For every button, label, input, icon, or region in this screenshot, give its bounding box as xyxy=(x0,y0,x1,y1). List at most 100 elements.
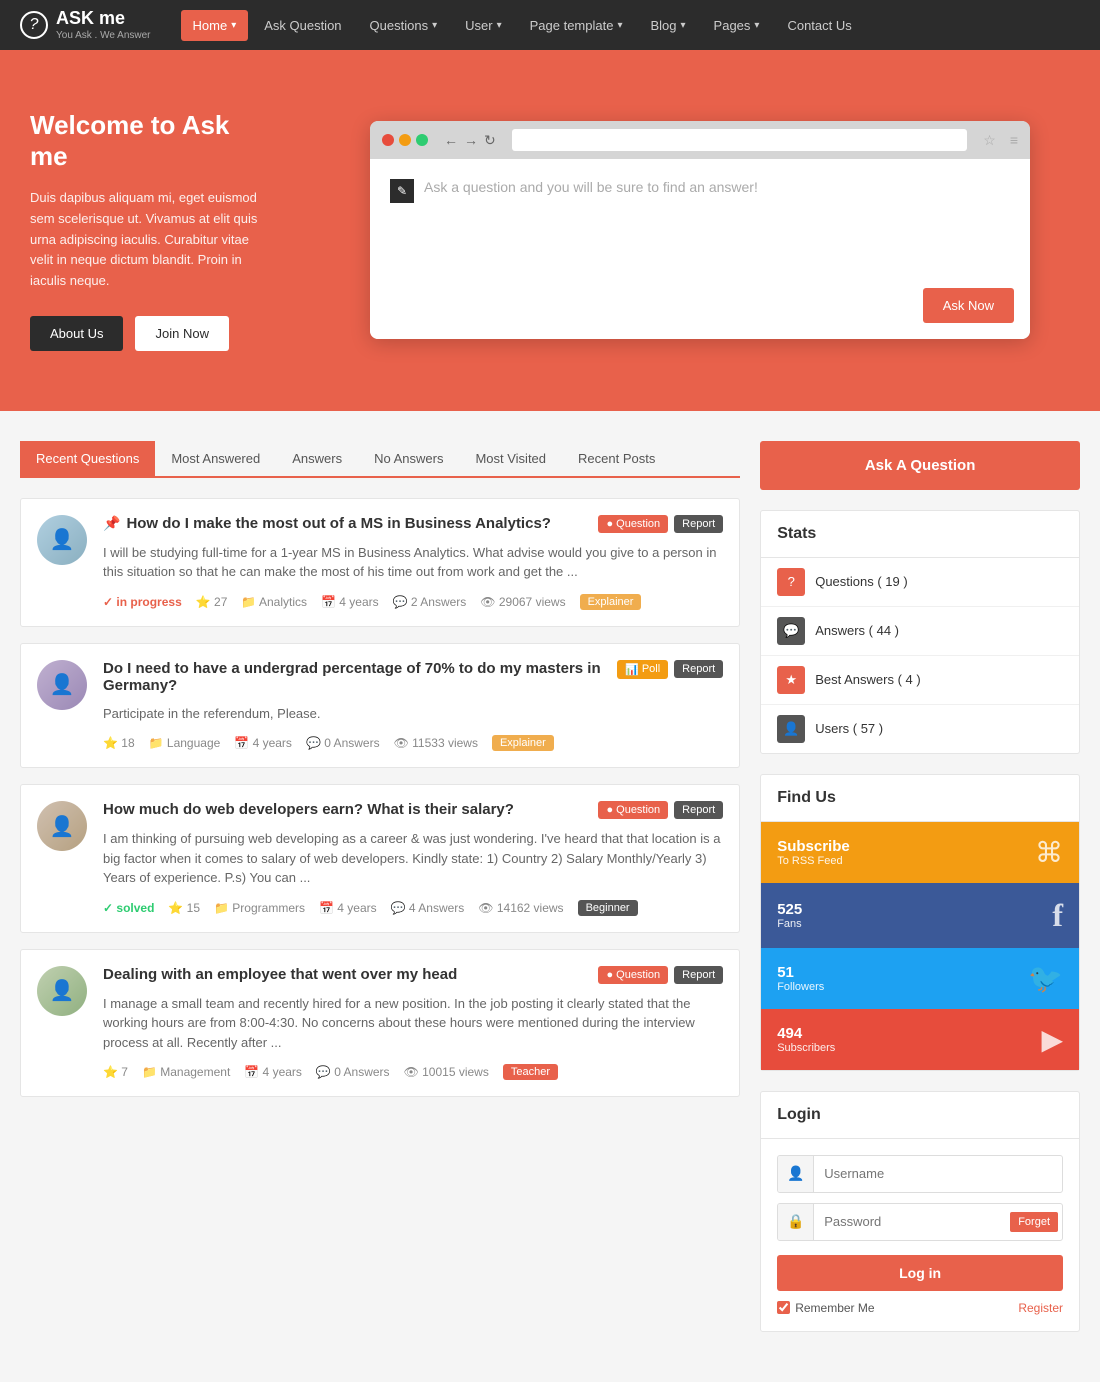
question-status: ✓ solved xyxy=(103,901,154,915)
question-meta: ✓ solved ⭐ 15 📁 Programmers 📅 4 years 💬 … xyxy=(103,900,723,916)
hero-left: Welcome to Ask me Duis dapibus aliquam m… xyxy=(0,50,300,411)
login-form: 👤 🔒 Forget Log in Remember Me Register xyxy=(761,1139,1079,1331)
hero-description: Duis dapibus aliquam mi, eget euismod se… xyxy=(30,188,270,292)
avatar: 👤 xyxy=(37,515,87,565)
question-header: Dealing with an employee that went over … xyxy=(103,966,723,984)
remember-me-label[interactable]: Remember Me xyxy=(777,1301,874,1315)
tab-no-answers[interactable]: No Answers xyxy=(358,441,459,476)
tab-most-visited[interactable]: Most Visited xyxy=(459,441,562,476)
tab-recent-questions[interactable]: Recent Questions xyxy=(20,441,155,476)
nav-item-pages[interactable]: Pages ▾ xyxy=(702,10,772,41)
question-title[interactable]: Dealing with an employee that went over … xyxy=(103,966,598,983)
avatar: 👤 xyxy=(37,966,87,1016)
find-us-youtube[interactable]: 494 Subscribers ▶ xyxy=(761,1009,1079,1070)
avatar: 👤 xyxy=(37,801,87,851)
dot-green xyxy=(416,134,428,146)
main-left: Recent Questions Most Answered Answers N… xyxy=(20,441,740,1352)
question-status: ✓ in progress xyxy=(103,595,182,609)
question-title[interactable]: How much do web developers earn? What is… xyxy=(103,801,598,818)
browser-content: ✎ Ask a question and you will be sure to… xyxy=(370,159,1030,339)
login-button[interactable]: Log in xyxy=(777,1255,1063,1291)
question-card: 👤 Dealing with an employee that went ove… xyxy=(20,949,740,1098)
best-answer-stats-icon: ★ xyxy=(777,666,805,694)
nav-item-user[interactable]: User ▾ xyxy=(453,10,513,41)
refresh-icon: ↻ xyxy=(484,132,496,149)
stats-questions-label: Questions ( 19 ) xyxy=(815,574,908,589)
question-body: Dealing with an employee that went over … xyxy=(103,950,739,1097)
pencil-icon: ✎ xyxy=(390,179,414,203)
question-answers: 💬 2 Answers xyxy=(393,595,467,609)
find-us-rss[interactable]: Subscribe To RSS Feed ⌘ xyxy=(761,822,1079,883)
stats-users: 👤 Users ( 57 ) xyxy=(761,705,1079,753)
question-avatar: 👤 xyxy=(21,785,103,932)
pin-icon: 📌 xyxy=(103,515,120,532)
logo-icon: ? xyxy=(20,11,48,39)
ask-a-question-button[interactable]: Ask A Question xyxy=(760,441,1080,490)
username-input[interactable] xyxy=(814,1158,1062,1189)
nav-item-ask-question[interactable]: Ask Question xyxy=(252,10,353,41)
question-tabs: Recent Questions Most Answered Answers N… xyxy=(20,441,740,478)
question-avatar: 👤 xyxy=(21,499,103,626)
find-us-facebook[interactable]: 525 Fans f xyxy=(761,883,1079,948)
question-answers: 💬 4 Answers xyxy=(391,901,465,915)
question-views: 👁 11533 views xyxy=(394,736,478,750)
question-excerpt: Participate in the referendum, Please. xyxy=(103,704,723,724)
question-title[interactable]: 📌 How do I make the most out of a MS in … xyxy=(103,515,598,532)
nav-item-page-template[interactable]: Page template ▾ xyxy=(518,10,635,41)
stats-answers-label: Answers ( 44 ) xyxy=(815,623,899,638)
ask-now-button[interactable]: Ask Now xyxy=(923,288,1014,323)
badge-question: ● Question xyxy=(598,801,668,819)
find-us-twitter[interactable]: 51 Followers 🐦 xyxy=(761,948,1079,1009)
facebook-icon: f xyxy=(1052,897,1063,934)
tab-answers[interactable]: Answers xyxy=(276,441,358,476)
question-title[interactable]: Do I need to have a undergrad percentage… xyxy=(103,660,617,694)
question-body: 📌 How do I make the most out of a MS in … xyxy=(103,499,739,626)
question-excerpt: I will be studying full-time for a 1-yea… xyxy=(103,543,723,582)
question-badges: ● Question Report xyxy=(598,966,723,984)
badge-report[interactable]: Report xyxy=(674,801,723,819)
question-avatar: 👤 xyxy=(21,644,103,768)
question-stars: ⭐ 7 xyxy=(103,1065,128,1079)
forget-button[interactable]: Forget xyxy=(1010,1212,1058,1232)
browser-nav-buttons: ← → ↻ xyxy=(444,132,496,149)
question-stars: ⭐ 27 xyxy=(196,595,228,609)
question-body: How much do web developers earn? What is… xyxy=(103,785,739,932)
question-card: 👤 Do I need to have a undergrad percenta… xyxy=(20,643,740,769)
register-link[interactable]: Register xyxy=(1018,1301,1063,1315)
question-excerpt: I am thinking of pursuing web developing… xyxy=(103,829,723,888)
password-input[interactable] xyxy=(814,1206,1010,1237)
find-us-facebook-text: 525 Fans xyxy=(777,901,802,930)
nav-item-home[interactable]: Home ▾ xyxy=(181,10,249,41)
about-us-button[interactable]: About Us xyxy=(30,316,123,351)
sidebar: Ask A Question Stats ? Questions ( 19 ) … xyxy=(760,441,1080,1352)
users-stats-icon: 👤 xyxy=(777,715,805,743)
find-us-rss-text: Subscribe To RSS Feed xyxy=(777,838,850,867)
tab-most-answered[interactable]: Most Answered xyxy=(155,441,276,476)
join-now-button[interactable]: Join Now xyxy=(135,316,228,351)
browser-bar: ← → ↻ ☆ ≡ xyxy=(370,121,1030,159)
question-category: 📁 Programmers xyxy=(214,901,305,915)
nav-item-questions[interactable]: Questions ▾ xyxy=(358,10,450,41)
nav-item-contact[interactable]: Contact Us xyxy=(775,10,863,41)
question-body: Do I need to have a undergrad percentage… xyxy=(103,644,739,768)
question-badges: 📊 Poll Report xyxy=(617,660,723,679)
password-icon: 🔒 xyxy=(778,1204,814,1240)
question-card: 👤 📌 How do I make the most out of a MS i… xyxy=(20,498,740,627)
badge-report[interactable]: Report xyxy=(674,660,723,678)
stats-title: Stats xyxy=(761,511,1079,558)
tab-recent-posts[interactable]: Recent Posts xyxy=(562,441,671,476)
badge-report[interactable]: Report xyxy=(674,515,723,533)
hero-buttons: About Us Join Now xyxy=(30,316,270,351)
dot-red xyxy=(382,134,394,146)
badge-report[interactable]: Report xyxy=(674,966,723,984)
question-answers: 💬 0 Answers xyxy=(316,1065,390,1079)
nav-item-blog[interactable]: Blog ▾ xyxy=(638,10,697,41)
site-logo[interactable]: ? ASK me You Ask . We Answer xyxy=(20,8,151,42)
remember-me-checkbox[interactable] xyxy=(777,1301,790,1314)
menu-icon: ≡ xyxy=(1010,132,1018,148)
navbar: ? ASK me You Ask . We Answer Home ▾ Ask … xyxy=(0,0,1100,50)
question-category: 📁 Analytics xyxy=(241,595,307,609)
login-title: Login xyxy=(761,1092,1079,1139)
hero-title: Welcome to Ask me xyxy=(30,110,270,172)
question-header: 📌 How do I make the most out of a MS in … xyxy=(103,515,723,533)
